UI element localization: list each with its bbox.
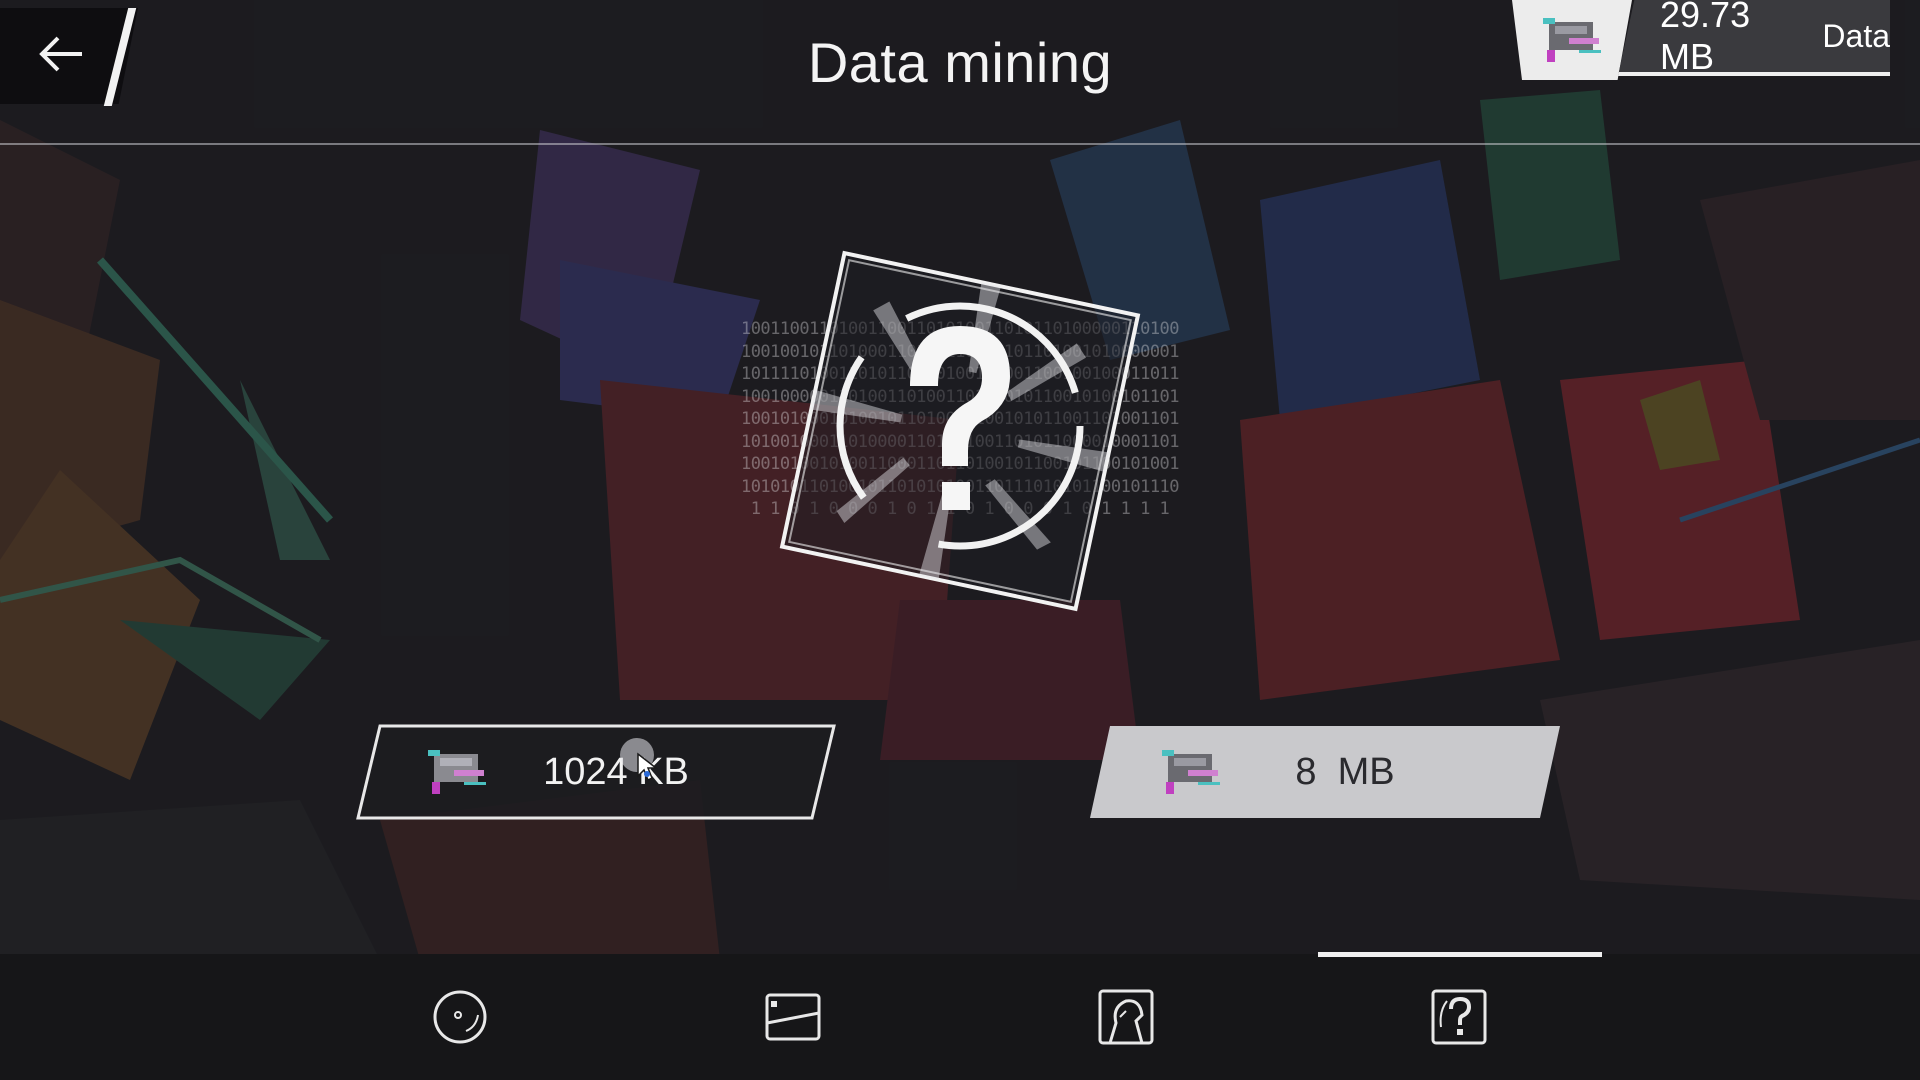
mine-with-mb-button[interactable]: 8 MB (1088, 724, 1562, 820)
header-divider (0, 143, 1920, 145)
card-icon (763, 987, 823, 1051)
mine-with-kb-button[interactable]: 1024 KB (356, 724, 836, 820)
header-bar: Data mining 29.73 MB Data (0, 0, 1920, 145)
character-portrait-icon (1096, 987, 1156, 1051)
mystery-emblem: 1001100110100110011010100110101101000001… (720, 226, 1200, 626)
nav-item-character[interactable] (1087, 980, 1165, 1058)
disc-icon (430, 987, 490, 1051)
data-balance-value: 29.73 MB Data (1618, 0, 1890, 76)
mb-cost-label: 8 MB (1088, 724, 1562, 820)
nav-item-data-mining[interactable] (1420, 980, 1498, 1058)
mb-cost-amount: 8 (1295, 750, 1317, 793)
kb-cost-label: 1024 KB (356, 724, 836, 820)
cursor-icon (637, 752, 658, 782)
data-balance: 29.73 MB Data (1512, 0, 1894, 80)
kb-cost-amount: 1024 (543, 750, 628, 793)
mystery-question-icon (1429, 987, 1489, 1051)
data-chip-icon (1512, 0, 1632, 80)
bottom-nav (0, 952, 1920, 1080)
question-mark-icon (779, 250, 1141, 612)
nav-active-indicator (1318, 952, 1602, 957)
mb-cost-unit: MB (1337, 750, 1395, 793)
data-amount: 29.73 MB (1660, 0, 1751, 77)
nav-item-card[interactable] (754, 980, 832, 1058)
data-unit-label: Data (1822, 17, 1890, 54)
nav-item-disc[interactable] (421, 980, 499, 1058)
